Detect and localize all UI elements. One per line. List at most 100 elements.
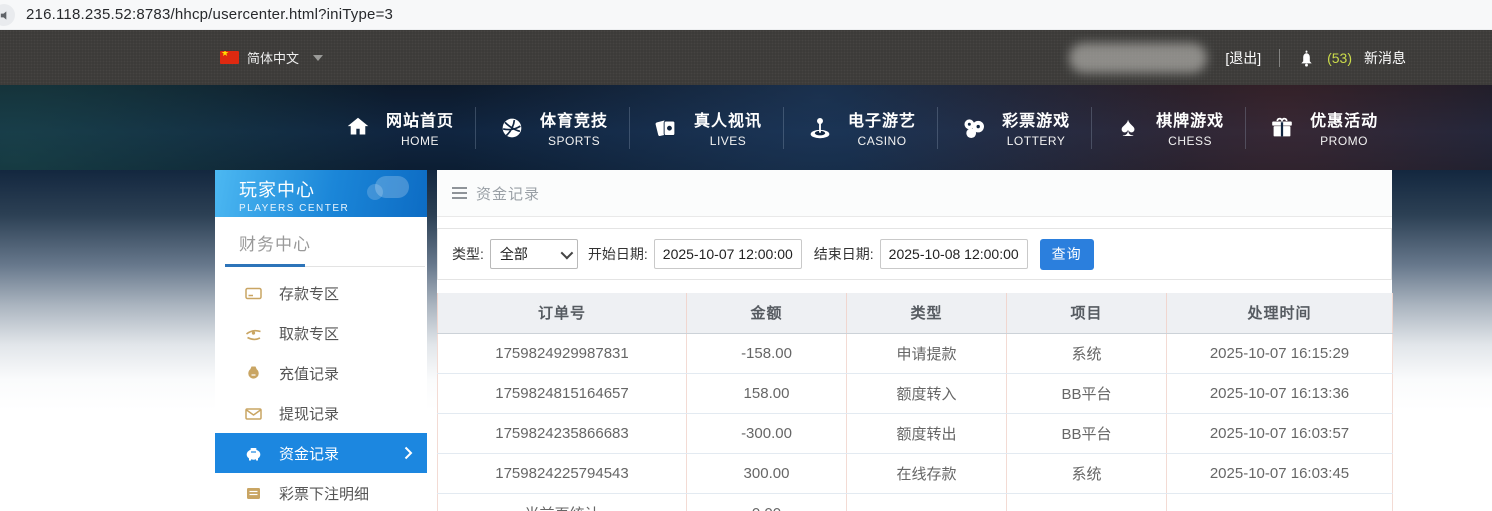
url-text[interactable]: 216.118.235.52:8783/hhcp/usercenter.html… (26, 6, 393, 23)
sidebar-item-label: 资金记录 (279, 443, 339, 464)
chevron-down-icon (560, 246, 573, 259)
nav-item-lottery[interactable]: 彩票游戏 LOTTERY (938, 105, 1091, 151)
cell-project: BB平台 (1007, 373, 1167, 413)
spade-icon: ♠ (1113, 113, 1143, 143)
piggy-bank-icon (245, 445, 262, 462)
cell-time: 2025-10-07 16:03:45 (1167, 453, 1393, 493)
cell-project: 系统 (1007, 453, 1167, 493)
col-header-amount: 金额 (687, 293, 847, 333)
col-header-time: 处理时间 (1167, 293, 1393, 333)
list-icon (245, 485, 262, 502)
nav-item-home[interactable]: 网站首页 HOME (322, 105, 475, 151)
cell-empty (847, 493, 1007, 511)
cell-project: 系统 (1007, 333, 1167, 373)
china-flag-icon: ★ (220, 51, 239, 64)
logout-button[interactable]: [退出] (1225, 48, 1261, 68)
type-select[interactable]: 全部 (490, 239, 578, 269)
withdraw-hand-icon (245, 325, 262, 342)
funds-record-table: 订单号 金额 类型 项目 处理时间 1759824929987831 -158.… (437, 293, 1393, 511)
home-icon (343, 113, 373, 143)
finance-section: 财务中心 (215, 217, 427, 267)
browser-address-bar[interactable]: 216.118.235.52:8783/hhcp/usercenter.html… (0, 0, 1492, 30)
language-selector[interactable]: ★ 简体中文 (220, 48, 323, 67)
nav-item-chess[interactable]: ♠ 棋牌游戏 CHESS (1092, 105, 1245, 151)
deposit-card-icon (245, 285, 262, 302)
players-center-header: 玩家中心 PLAYERS CENTER (215, 170, 427, 217)
cell-order-no: 1759824815164657 (438, 373, 687, 413)
sidebar-item-label: 提现记录 (279, 403, 339, 424)
sidebar-menu: 存款专区 取款专区 充值记录 提现记录 (215, 273, 427, 511)
page: 216.118.235.52:8783/hhcp/usercenter.html… (0, 0, 1492, 511)
type-select-value: 全部 (500, 244, 528, 264)
cell-empty (1167, 493, 1393, 511)
start-date-label: 开始日期: (588, 244, 648, 264)
cell-order-no: 1759824225794543 (438, 453, 687, 493)
cell-time: 2025-10-07 16:13:36 (1167, 373, 1393, 413)
cell-empty (1007, 493, 1167, 511)
start-date-input[interactable] (654, 239, 802, 269)
query-button[interactable]: 查询 (1040, 239, 1094, 270)
language-label: 简体中文 (247, 48, 299, 67)
section-underline (225, 266, 425, 267)
bell-icon[interactable] (1298, 49, 1315, 67)
sports-ball-icon (497, 113, 527, 143)
sidebar: 玩家中心 PLAYERS CENTER 财务中心 存款专区 取款专区 (215, 170, 427, 511)
cell-amount: -158.00 (687, 333, 847, 373)
new-messages-link[interactable]: 新消息 (1364, 48, 1406, 68)
lottery-balls-icon (959, 113, 989, 143)
nav-item-promo[interactable]: 优惠活动 PROMO (1246, 105, 1399, 151)
cell-type: 额度转入 (847, 373, 1007, 413)
table-header-row: 订单号 金额 类型 项目 处理时间 (438, 293, 1393, 333)
sidebar-subtitle: PLAYERS CENTER (239, 203, 427, 214)
top-bar: ★ 简体中文 [退出] (53) 新消息 (0, 30, 1492, 85)
cell-time: 2025-10-07 16:15:29 (1167, 333, 1393, 373)
sidebar-item-withdraw-zone[interactable]: 取款专区 (215, 313, 427, 353)
joystick-icon (805, 113, 835, 143)
table-row: 1759824815164657 158.00 额度转入 BB平台 2025-1… (438, 373, 1393, 413)
username-redacted (1069, 43, 1207, 73)
main-navigation: 网站首页 HOME 体育竞技 SPORTS (0, 85, 1492, 170)
sidebar-item-recharge-record[interactable]: 充值记录 (215, 353, 427, 393)
sidebar-item-deposit-zone[interactable]: 存款专区 (215, 273, 427, 313)
top-bar-right: [退出] (53) 新消息 (1069, 43, 1406, 73)
breadcrumb-label: 资金记录 (476, 183, 540, 204)
nav-item-lives[interactable]: 真人视讯 LIVES (630, 105, 783, 151)
menu-icon (452, 187, 467, 199)
sidebar-item-withdrawal-record[interactable]: 提现记录 (215, 393, 427, 433)
table-row: 1759824235866683 -300.00 额度转出 BB平台 2025-… (438, 413, 1393, 453)
cell-amount: -300.00 (687, 413, 847, 453)
sidebar-item-funds-record[interactable]: 资金记录 (215, 433, 427, 473)
sidebar-item-label: 取款专区 (279, 323, 339, 344)
finance-section-title: 财务中心 (239, 230, 427, 255)
cell-order-no: 1759824235866683 (438, 413, 687, 453)
type-label: 类型: (452, 244, 484, 264)
playing-cards-icon (651, 113, 681, 143)
cell-amount: 300.00 (687, 453, 847, 493)
cell-type: 在线存款 (847, 453, 1007, 493)
money-bag-icon (245, 365, 262, 382)
end-date-label: 结束日期: (814, 244, 874, 264)
cell-type: 额度转出 (847, 413, 1007, 453)
nav-item-sports[interactable]: 体育竞技 SPORTS (476, 105, 629, 151)
main-content: 资金记录 类型: 全部 开始日期: 结束日期: 查询 订单号 金额 类型 项目 (437, 170, 1392, 511)
col-header-order-no: 订单号 (438, 293, 687, 333)
table-row: 1759824225794543 300.00 在线存款 系统 2025-10-… (438, 453, 1393, 493)
sidebar-item-label: 充值记录 (279, 363, 339, 384)
end-date-input[interactable] (880, 239, 1028, 269)
cell-amount: 158.00 (687, 373, 847, 413)
site-info-icon[interactable] (0, 4, 15, 26)
sidebar-item-lottery-bet-details[interactable]: 彩票下注明细 (215, 473, 427, 511)
filter-panel: 类型: 全部 开始日期: 结束日期: 查询 (437, 228, 1392, 280)
message-count[interactable]: (53) (1327, 50, 1352, 66)
table-footer-row: 当前页统计 0.00 (438, 493, 1393, 511)
envelope-icon (245, 405, 262, 422)
nav-item-casino[interactable]: 电子游艺 CASINO (784, 105, 937, 151)
cell-page-total-label: 当前页统计 (438, 493, 687, 511)
cell-project: BB平台 (1007, 413, 1167, 453)
col-header-type: 类型 (847, 293, 1007, 333)
sidebar-item-label: 彩票下注明细 (279, 483, 369, 504)
chevron-right-icon (404, 446, 413, 464)
gamepad-graphic (367, 184, 383, 200)
chevron-down-icon (313, 55, 323, 61)
table-row: 1759824929987831 -158.00 申请提款 系统 2025-10… (438, 333, 1393, 373)
